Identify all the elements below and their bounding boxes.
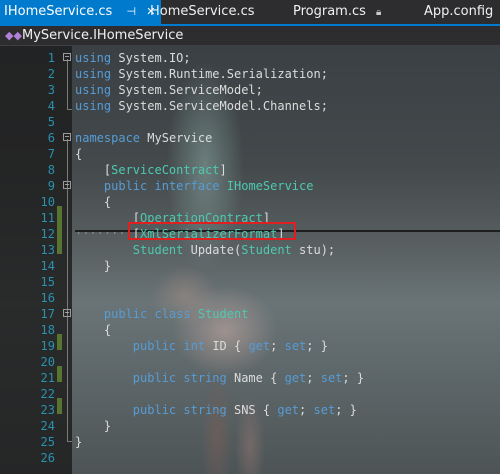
line-number: 8 [47,163,55,177]
line-number: 13 [40,243,55,257]
code-line[interactable]: 14 } [0,258,500,274]
line-number: 24 [40,419,55,433]
line-number: 16 [40,291,55,305]
line-number: 4 [47,99,55,113]
line-number: 15 [40,275,55,289]
code-text: public class Student [103,307,249,321]
line-number: 6 [47,131,55,145]
collapse-icon[interactable]: − [63,181,71,189]
line-number: 19 [40,339,55,353]
code-text: public string Name { get; set; } [132,371,365,385]
code-text: } [75,259,112,273]
line-number: 17 [40,307,55,321]
line-number: 21 [40,371,55,385]
highlight-annotation [128,222,296,240]
code-line[interactable]: 10 { [0,194,500,210]
code-line[interactable]: 13 Student Update(Student stu); [0,242,500,258]
lock-icon: 🔒︎ [376,7,382,18]
line-number: 26 [40,451,55,465]
code-line[interactable]: 23 public string SNS { get; set; } [0,402,500,418]
pin-icon[interactable]: ⊣ [126,5,136,18]
code-text: { [75,323,112,337]
code-line[interactable]: 16 [0,290,500,306]
code-line[interactable]: 22 [0,386,500,402]
code-editor[interactable]: ....... 1− using System.IO; 2 using System.… [0,46,500,474]
type-dropdown[interactable]: MyService.IHomeService [22,28,183,43]
code-text: [ServiceContract] [75,163,227,177]
code-line[interactable]: 24 } [0,418,500,434]
code-line[interactable]: 8 [ServiceContract] [0,162,500,178]
code-line[interactable]: 3 using System.ServiceModel; [0,82,500,98]
code-text: using System.IO; [75,51,191,65]
code-text: public interface IHomeService [103,179,314,193]
line-number: 7 [47,147,55,161]
tab-label: App.config [424,4,494,19]
line-number: 25 [40,435,55,449]
code-text: { [75,147,83,161]
code-line[interactable]: 5 [0,114,500,130]
code-text: } [75,419,112,433]
tab-ihomeservice[interactable]: IHomeService.cs ⊣ ✕ [0,0,162,24]
collapse-icon[interactable]: − [63,133,71,141]
code-text: using System.Runtime.Serialization; [75,67,328,81]
tab-label: IHomeService.cs [4,4,113,19]
code-text: { [75,195,112,209]
line-number: 12 [40,227,55,241]
tab-program[interactable]: Program.cs 🔒︎ [293,0,381,24]
line-number: 5 [47,115,55,129]
code-line[interactable]: 15 [0,274,500,290]
code-line[interactable]: 17− public class Student [0,306,500,322]
code-text: using System.ServiceModel; [75,83,263,97]
code-line[interactable]: 6− namespace MyService [0,130,500,146]
line-number: 10 [40,195,55,209]
line-number: 20 [40,355,55,369]
tab-label: Program.cs [293,4,366,19]
collapse-icon[interactable]: − [63,53,71,61]
line-number: 11 [40,211,55,225]
tab-label: HomeService.cs [150,4,255,19]
navigation-bar[interactable]: ◆◆ MyService.IHomeService [0,26,500,46]
line-number: 14 [40,259,55,273]
tab-homeservice[interactable]: HomeService.cs [150,0,255,24]
code-line[interactable]: 18 { [0,322,500,338]
line-number: 18 [40,323,55,337]
code-line[interactable]: 19 public int ID { get; set; } [0,338,500,354]
class-icon: ◆◆ [5,29,22,42]
code-text: Student Update(Student stu); [132,243,336,257]
line-number: 23 [40,403,55,417]
code-text: using System.ServiceModel.Channels; [75,99,328,113]
code-line[interactable]: 2 using System.Runtime.Serialization; [0,66,500,82]
code-text: } [75,435,83,449]
code-line[interactable]: 7{ [0,146,500,162]
line-number: 9 [47,179,55,193]
code-line[interactable]: 1− using System.IO; [0,50,500,66]
code-text: namespace MyService [75,131,213,145]
code-line[interactable]: 26 [0,450,500,466]
document-tab-bar: IHomeService.cs ⊣ ✕ HomeService.cs Progr… [0,0,500,26]
line-number: 22 [40,387,55,401]
tab-app-config[interactable]: App.config [424,0,493,24]
code-text: public int ID { get; set; } [132,339,328,353]
code-line[interactable]: 25} [0,434,500,450]
line-number: 2 [47,67,55,81]
line-number: 3 [47,83,55,97]
code-line[interactable]: 20 [0,354,500,370]
code-line[interactable]: 4 using System.ServiceModel.Channels; [0,98,500,114]
code-text: public string SNS { get; set; } [132,403,357,417]
collapse-icon[interactable]: − [63,309,71,317]
code-line[interactable]: 9− public interface IHomeService [0,178,500,194]
line-number: 1 [47,51,55,65]
code-line[interactable]: 21 public string Name { get; set; } [0,370,500,386]
